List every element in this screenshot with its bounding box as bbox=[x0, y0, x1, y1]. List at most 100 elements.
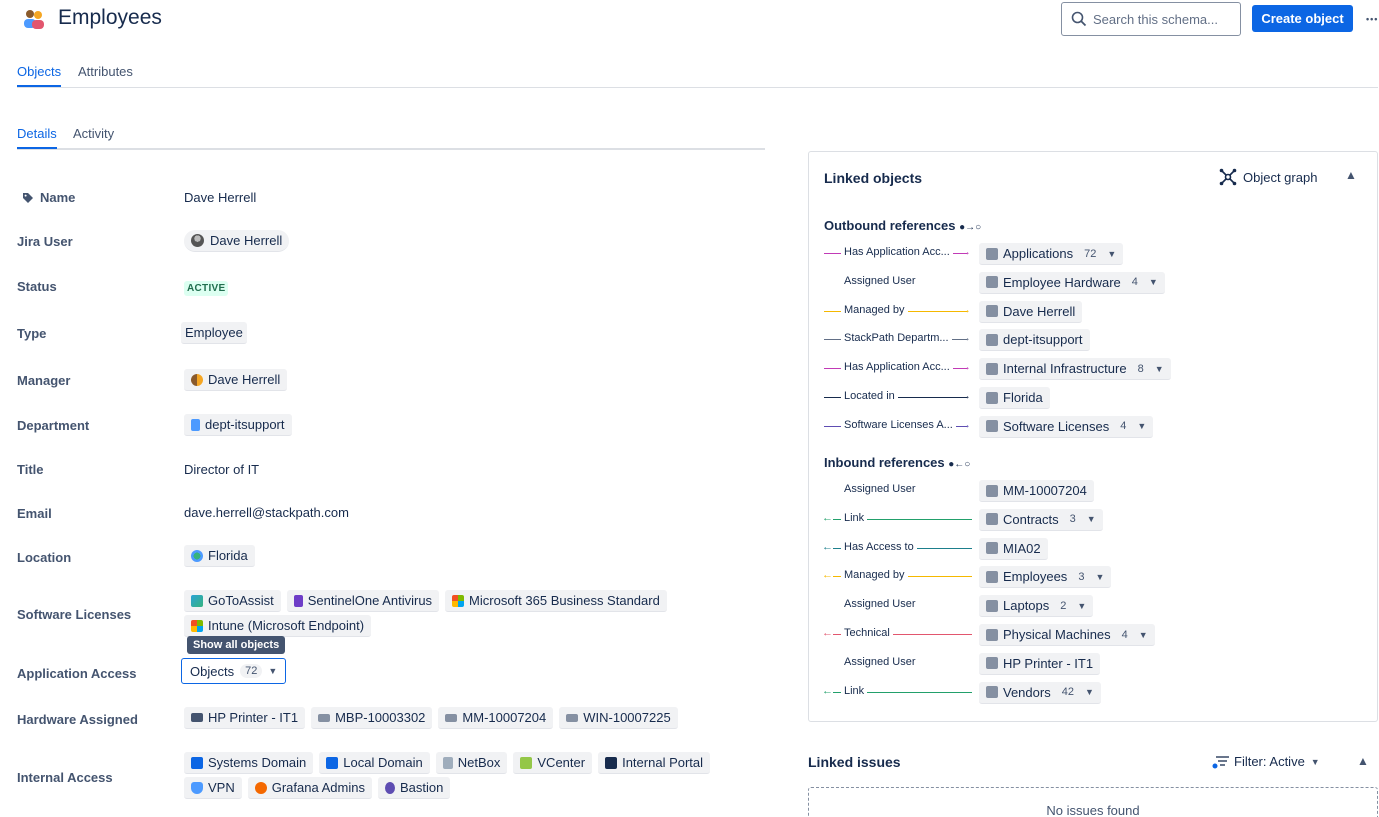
hardware-chip[interactable]: WIN-10007225 bbox=[559, 707, 678, 729]
location-label: Location bbox=[17, 550, 72, 565]
chevron-up-icon[interactable]: ▲ bbox=[1345, 168, 1357, 182]
arrow-right-icon: → bbox=[960, 390, 971, 402]
object-type-icon bbox=[986, 686, 998, 699]
reference-target-chip[interactable]: Florida bbox=[979, 387, 1050, 409]
internal-access-chip[interactable]: Bastion bbox=[377, 777, 451, 799]
user-avatar bbox=[191, 234, 204, 247]
reference-count: 72 bbox=[1079, 246, 1102, 261]
employees-schema-icon bbox=[22, 8, 46, 30]
reference-attribute-label: Has Access to bbox=[841, 540, 917, 553]
reference-attribute-label: StackPath Departm... bbox=[841, 332, 952, 345]
internal-access-chip[interactable]: VPN bbox=[184, 777, 242, 799]
object-type-icon bbox=[986, 305, 998, 318]
reference-count: 42 bbox=[1056, 685, 1079, 700]
outbound-references-title: Outbound references ●→○ bbox=[824, 218, 982, 233]
laptop-icon bbox=[318, 713, 331, 722]
application-access-label: Application Access bbox=[17, 666, 137, 681]
email-value[interactable]: dave.herrell@stackpath.com bbox=[184, 505, 349, 520]
tab-activity[interactable]: Activity bbox=[73, 126, 114, 147]
more-actions-button[interactable]: ••• bbox=[1366, 14, 1378, 24]
reference-target-chip[interactable]: MIA02 bbox=[979, 537, 1048, 560]
internal-access-chip[interactable]: Internal Portal bbox=[598, 752, 711, 774]
object-type-icon bbox=[986, 599, 998, 612]
linked-objects-panel: Linked objects Object graph ▲ Outbound r… bbox=[808, 151, 1378, 722]
tab-attributes[interactable]: Attributes bbox=[78, 64, 133, 85]
object-type-icon bbox=[986, 628, 998, 641]
create-object-button[interactable]: Create object bbox=[1252, 5, 1353, 32]
internal-access-chip[interactable]: NetBox bbox=[435, 752, 508, 774]
application-access-dropdown[interactable]: Objects 72 ▼ bbox=[181, 658, 287, 684]
reference-count: 4 bbox=[1115, 419, 1132, 434]
reference-attribute-label: Managed by bbox=[841, 569, 908, 582]
object-graph-button[interactable]: Object graph bbox=[1219, 168, 1317, 186]
manager-chip[interactable]: Dave Herrell bbox=[184, 369, 288, 391]
page-title: Employees bbox=[58, 6, 162, 29]
internal-access-chip[interactable]: Local Domain bbox=[319, 752, 430, 774]
location-chip[interactable]: Florida bbox=[184, 545, 255, 567]
reference-count: 3 bbox=[1064, 512, 1081, 527]
chevron-down-icon[interactable]: ▼ bbox=[1149, 277, 1158, 287]
chevron-down-icon[interactable]: ▼ bbox=[1137, 421, 1146, 431]
internal-access-chip[interactable]: VCenter bbox=[513, 752, 593, 774]
internal-access-chip[interactable]: Grafana Admins bbox=[247, 777, 372, 799]
reference-target-label: Employees bbox=[1003, 569, 1068, 585]
type-label: Type bbox=[17, 326, 47, 341]
internal-access-chip[interactable]: Systems Domain bbox=[184, 752, 314, 774]
hardware-chip[interactable]: MBP-10003302 bbox=[311, 707, 433, 729]
arrow-left-icon: ← bbox=[822, 540, 833, 553]
reference-target-chip[interactable]: Dave Herrell bbox=[979, 300, 1083, 323]
reference-target-chip[interactable]: Internal Infrastructure 8 ▼ bbox=[979, 358, 1171, 381]
reference-target-label: Applications bbox=[1003, 246, 1074, 261]
department-chip[interactable]: dept-itsupport bbox=[184, 414, 292, 436]
object-type-icon bbox=[986, 657, 998, 670]
filter-dropdown[interactable]: Filter: Active ▼ bbox=[1212, 754, 1320, 769]
reference-target-chip[interactable]: Applications 72 ▼ bbox=[979, 243, 1124, 265]
software-chip[interactable]: Intune (Microsoft Endpoint) bbox=[184, 615, 372, 637]
tab-objects[interactable]: Objects bbox=[17, 64, 62, 87]
reference-row: Assigned User Laptops 2 ▼ bbox=[809, 595, 1379, 618]
chevron-down-icon: ▼ bbox=[1310, 756, 1320, 767]
status-label: Status bbox=[17, 279, 57, 294]
object-type-icon bbox=[986, 542, 998, 555]
chevron-down-icon[interactable]: ▼ bbox=[1139, 630, 1148, 640]
portal-icon bbox=[605, 756, 618, 769]
reference-target-chip[interactable]: MM-10007204 bbox=[979, 480, 1094, 502]
reference-target-chip[interactable]: Employees 3 ▼ bbox=[979, 566, 1112, 589]
chevron-down-icon[interactable]: ▼ bbox=[1107, 249, 1116, 259]
reference-target-chip[interactable]: Vendors 42 ▼ bbox=[979, 681, 1101, 704]
gotoassist-icon bbox=[191, 594, 203, 607]
reference-target-chip[interactable]: HP Printer - IT1 bbox=[979, 652, 1101, 675]
reference-target-chip[interactable]: Employee Hardware 4 ▼ bbox=[979, 271, 1165, 294]
reference-target-chip[interactable]: Software Licenses 4 ▼ bbox=[979, 415, 1154, 438]
search-input[interactable]: Search this schema... bbox=[1061, 2, 1241, 36]
reference-row: → Has Application Acc... Applications 72 ▼ bbox=[809, 243, 1379, 265]
microsoft-icon bbox=[191, 619, 203, 632]
name-label: Name bbox=[22, 190, 75, 205]
reference-target-chip[interactable]: dept-itsupport bbox=[979, 329, 1090, 352]
netbox-icon bbox=[442, 756, 453, 769]
chevron-down-icon[interactable]: ▼ bbox=[1085, 687, 1094, 697]
reference-target-chip[interactable]: Physical Machines 4 ▼ bbox=[979, 624, 1155, 646]
reference-target-chip[interactable]: Laptops 2 ▼ bbox=[979, 595, 1094, 618]
jira-user-chip[interactable]: Dave Herrell bbox=[184, 230, 290, 252]
chevron-down-icon[interactable]: ▼ bbox=[1087, 514, 1096, 524]
reference-row: → Software Licenses A... Software Licenses… bbox=[809, 415, 1379, 438]
hardware-assigned-label: Hardware Assigned bbox=[17, 712, 138, 727]
chevron-down-icon[interactable]: ▼ bbox=[1095, 572, 1104, 582]
software-chip[interactable]: SentinelOne Antivirus bbox=[286, 590, 440, 612]
software-chip[interactable]: Microsoft 365 Business Standard bbox=[445, 590, 667, 612]
chevron-down-icon[interactable]: ▼ bbox=[1077, 601, 1086, 611]
software-chip[interactable]: GoToAssist bbox=[184, 590, 281, 612]
object-type-icon bbox=[986, 484, 998, 497]
hardware-chip[interactable]: HP Printer - IT1 bbox=[184, 707, 306, 729]
reference-target-label: Dave Herrell bbox=[1003, 303, 1076, 319]
chevron-up-icon[interactable]: ▲ bbox=[1357, 754, 1369, 768]
hardware-chip[interactable]: MM-10007204 bbox=[438, 707, 554, 729]
chevron-down-icon[interactable]: ▼ bbox=[1155, 364, 1164, 374]
reference-row: Assigned User MM-10007204 bbox=[809, 480, 1379, 502]
search-icon bbox=[1071, 11, 1087, 27]
reference-target-chip[interactable]: Contracts 3 ▼ bbox=[979, 508, 1103, 531]
arrow-right-icon: → bbox=[960, 361, 971, 374]
vpn-icon bbox=[191, 781, 203, 794]
tab-details[interactable]: Details bbox=[17, 126, 57, 149]
